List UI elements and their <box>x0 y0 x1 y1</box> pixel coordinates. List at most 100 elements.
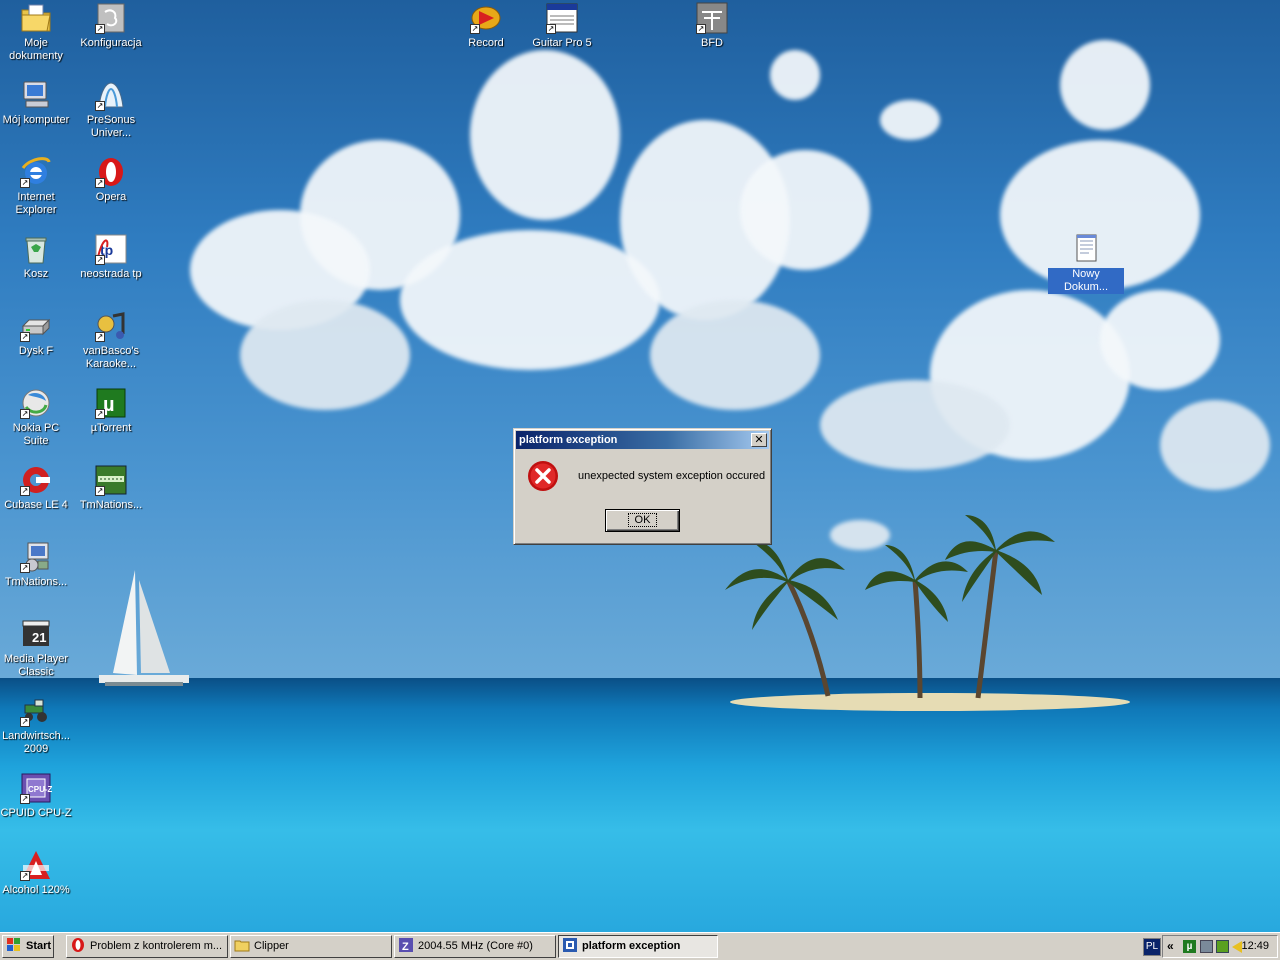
opera-icon: ↗ <box>95 156 127 188</box>
folder-icon <box>234 937 250 953</box>
record-icon: ↗ <box>470 2 502 34</box>
desktop-icon-label: Nowy Dokum... <box>1048 268 1124 294</box>
taskbar-item-clipper[interactable]: Clipper <box>230 935 392 958</box>
desktop-icon-label: Guitar Pro 5 <box>532 37 592 49</box>
desktop-icon-label: neostrada tp <box>80 268 142 280</box>
nokia-icon: ↗ <box>20 387 52 419</box>
taskbar: Start Problem z kontrolerem m... Clipper… <box>0 932 1280 960</box>
taskbar-item-platform-exception[interactable]: platform exception <box>558 935 718 958</box>
error-icon <box>527 460 559 492</box>
desktop-icon-label: Moje dokumenty <box>9 37 63 62</box>
desktop-icon-recycle-bin[interactable]: Kosz <box>0 233 74 281</box>
desktop-icon-label: Konfiguracja <box>80 37 142 49</box>
dialog-message: unexpected system exception occured <box>578 470 766 482</box>
karaoke-icon: ↗ <box>95 310 127 342</box>
close-icon: ✕ <box>754 434 764 446</box>
opera-icon <box>70 937 86 953</box>
internet-explorer-icon: ↗ <box>20 156 52 188</box>
desktop-icon-label: CPUID CPU-Z <box>0 807 72 819</box>
nvidia-tray-icon[interactable] <box>1216 940 1229 953</box>
my-documents-icon <box>20 2 52 34</box>
tray-expand-button[interactable]: « <box>1167 939 1174 953</box>
desktop-icon-label: Nokia PC Suite <box>12 422 60 447</box>
taskbar-item-cpu-monitor[interactable]: Z 2004.55 MHz (Core #0) <box>394 935 556 958</box>
desktop-icon-landwirtschaft[interactable]: ↗ Landwirtsch... 2009 <box>0 695 74 756</box>
desktop-icon-alcohol[interactable]: ↗ Alcohol 120% <box>0 849 74 897</box>
guitar-pro-icon: ↗ <box>546 2 578 34</box>
svg-text:21: 21 <box>32 630 46 645</box>
svg-text:CPU-Z: CPU-Z <box>28 785 52 794</box>
desktop-icon-tmnations[interactable]: ↗ TmNations... <box>73 464 149 512</box>
desktop-icon-label: Mój komputer <box>2 114 70 126</box>
cubase-icon: ↗ <box>20 464 52 496</box>
taskbar-item-opera[interactable]: Problem z kontrolerem m... <box>66 935 228 958</box>
desktop-icon-label: Media Player Classic <box>3 653 69 678</box>
windows-logo-icon <box>6 937 22 953</box>
cpu-monitor-icon: Z <box>398 937 414 953</box>
desktop-icon-karaoke[interactable]: ↗ vanBasco's Karaoke... <box>73 310 149 371</box>
neostrada-icon: tp ↗ <box>95 233 127 265</box>
platform-exception-dialog: platform exception ✕ unexpected system e… <box>513 428 772 545</box>
bfd-icon: ↗ <box>696 2 728 34</box>
desktop-icon-utorrent[interactable]: µ ↗ µTorrent <box>73 387 149 435</box>
desktop-icon-presonus[interactable]: ↗ PreSonus Univer... <box>73 79 149 140</box>
desktop-icon-label: Cubase LE 4 <box>4 499 68 511</box>
utorrent-tray-icon[interactable]: µ <box>1183 940 1196 953</box>
tmnations-setup-icon: ↗ <box>20 541 52 573</box>
desktop-icon-label: Landwirtsch... 2009 <box>2 730 70 755</box>
desktop-icon-label: Record <box>468 37 504 49</box>
desktop-icon-label: Alcohol 120% <box>2 884 70 896</box>
desktop-icon-new-document[interactable]: Nowy Dokum... <box>1048 233 1124 294</box>
desktop-icon-media-player-classic[interactable]: 21 Media Player Classic <box>0 618 74 679</box>
desktop-icon-bfd[interactable]: ↗ BFD <box>674 2 750 50</box>
desktop-icon-my-computer[interactable]: Mój komputer <box>0 79 74 127</box>
network-tray-icon[interactable] <box>1200 940 1213 953</box>
desktop-icon-internet-explorer[interactable]: ↗ Internet Explorer <box>0 156 74 217</box>
utorrent-icon: µ ↗ <box>95 387 127 419</box>
start-label: Start <box>26 940 52 952</box>
tractor-icon: ↗ <box>20 695 52 727</box>
my-computer-icon <box>20 79 52 111</box>
svg-text:Z: Z <box>402 941 409 953</box>
desktop-icon-guitar-pro[interactable]: ↗ Guitar Pro 5 <box>524 2 600 50</box>
close-button[interactable]: ✕ <box>751 433 767 447</box>
desktop-icon-drive-f[interactable]: ↗ Dysk F <box>0 310 74 358</box>
desktop-icon-label: TmNations... <box>4 576 68 588</box>
taskbar-item-label: Problem z kontrolerem m... <box>90 940 223 952</box>
language-indicator[interactable]: PL <box>1143 938 1161 956</box>
media-player-icon: 21 <box>20 618 52 650</box>
desktop-icon-neostrada[interactable]: tp ↗ neostrada tp <box>73 233 149 281</box>
taskbar-item-label: Clipper <box>254 940 289 952</box>
island-graphic <box>725 515 1130 711</box>
presonus-icon: ↗ <box>95 79 127 111</box>
desktop-icon-konfiguracja[interactable]: ↗ Konfiguracja <box>73 2 149 50</box>
start-button[interactable]: Start <box>2 935 54 958</box>
tmnations-icon: ↗ <box>95 464 127 496</box>
ok-button-label: OK <box>627 513 658 527</box>
wallpaper-sea <box>0 678 1280 932</box>
desktop-icon-cpuz[interactable]: CPU-Z ↗ CPUID CPU-Z <box>0 772 74 820</box>
desktop-icon-opera[interactable]: ↗ Opera <box>73 156 149 204</box>
cpuz-icon: CPU-Z ↗ <box>20 772 53 804</box>
desktop-icon-label: Kosz <box>23 268 49 280</box>
desktop-icon-my-documents[interactable]: Moje dokumenty <box>0 2 74 63</box>
desktop-icon-nokia-pc-suite[interactable]: ↗ Nokia PC Suite <box>0 387 74 448</box>
text-document-icon <box>1070 233 1102 265</box>
taskbar-item-label: platform exception <box>582 940 681 952</box>
taskbar-item-label: 2004.55 MHz (Core #0) <box>418 940 533 952</box>
desktop-icon-label: BFD <box>701 37 723 49</box>
app-icon <box>562 937 578 953</box>
desktop-icon-label: PreSonus Univer... <box>86 114 136 139</box>
ok-button[interactable]: OK <box>605 509 680 532</box>
desktop-icon-label: Internet Explorer <box>15 191 57 216</box>
clock[interactable]: 12:49 <box>1241 940 1269 952</box>
desktop-icon-label: µTorrent <box>90 422 132 434</box>
alcohol-icon: ↗ <box>20 849 52 881</box>
desktop-icon-label: Opera <box>95 191 127 203</box>
recycle-bin-icon <box>20 233 52 265</box>
dialog-titlebar[interactable]: platform exception ✕ <box>516 431 769 449</box>
dialog-title: platform exception <box>519 434 618 446</box>
desktop-icon-cubase[interactable]: ↗ Cubase LE 4 <box>0 464 74 512</box>
desktop-icon-tmnations-setup[interactable]: ↗ TmNations... <box>0 541 74 589</box>
desktop-icon-record[interactable]: ↗ Record <box>448 2 524 50</box>
